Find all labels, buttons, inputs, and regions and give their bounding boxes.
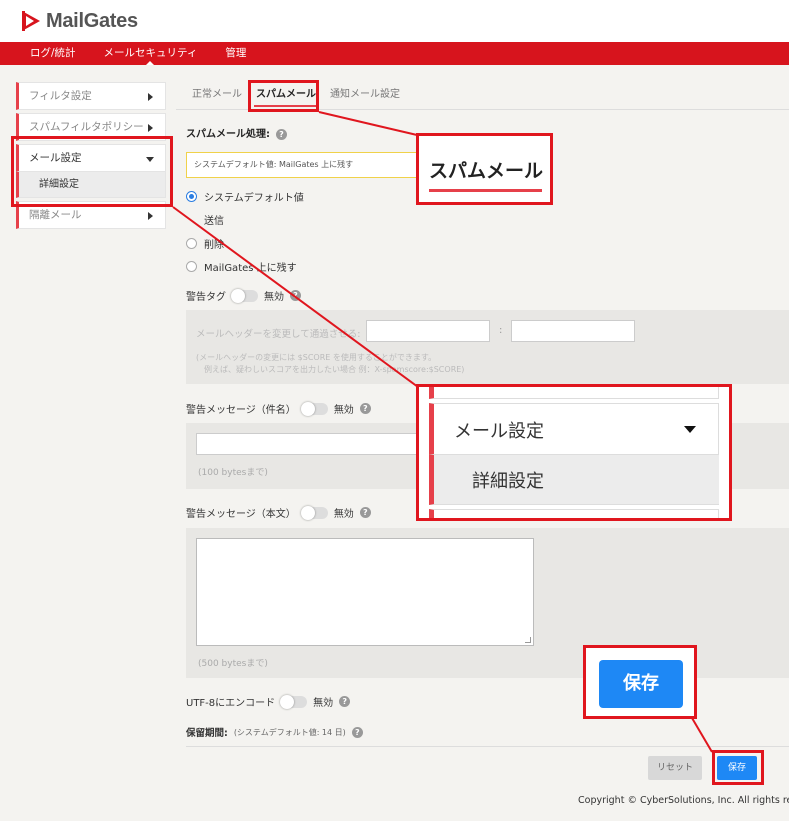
highlight-spam-tab xyxy=(248,80,319,112)
warn-subject-input[interactable] xyxy=(196,433,436,455)
logo-icon xyxy=(22,11,40,31)
retention-value: (システムデフォルト値: 14 日) xyxy=(233,727,346,737)
utf8-row: UTF-8にエンコード 無効 ? xyxy=(186,694,351,709)
callout-tab-underline xyxy=(429,189,542,192)
sidebar-item-filter-settings[interactable]: フィルタ設定 xyxy=(16,82,166,110)
radio-label: MailGates 上に残す xyxy=(204,263,297,274)
warn-body-label: 警告メッセージ（本文） xyxy=(186,509,296,520)
chevron-right-icon xyxy=(148,124,153,132)
chevron-right-icon xyxy=(148,93,153,101)
callout-menu-title: メール設定 xyxy=(454,421,544,442)
help-icon[interactable]: ? xyxy=(359,507,371,518)
warning-tag-row: 警告タグ 無効 ? xyxy=(186,288,301,303)
help-icon[interactable]: ? xyxy=(339,696,351,707)
separator-colon: : xyxy=(499,325,503,336)
spam-processing-label: スパムメール処理:? xyxy=(186,125,287,140)
nav-admin[interactable]: 管理 xyxy=(211,42,260,65)
radio-unchecked-icon[interactable] xyxy=(186,238,197,249)
copyright: Copyright © CyberSolutions, Inc. All rig… xyxy=(578,795,789,806)
header-value-input[interactable] xyxy=(511,320,635,342)
chevron-right-icon xyxy=(148,212,153,220)
sidebar-item-label: フィルタ設定 xyxy=(29,90,92,102)
radio-checked-icon[interactable] xyxy=(186,191,197,202)
radio-system-default[interactable]: システムデフォルト値 xyxy=(186,189,304,204)
warn-body-row: 警告メッセージ（本文） 無効 ? xyxy=(186,505,371,520)
body-byte-hint: (500 bytesまで) xyxy=(198,659,268,669)
nav-log-stats[interactable]: ログ/統計 xyxy=(0,42,90,65)
callout-sub-item: 詳細設定 xyxy=(429,455,719,505)
radio-unchecked-icon[interactable] xyxy=(186,261,197,272)
top-header: MailGates xyxy=(0,0,789,42)
utf8-toggle[interactable] xyxy=(280,694,308,709)
score-note-line1: (メールヘッダーの変更には $SCORE を使用することができます。 xyxy=(196,353,437,362)
retention-label: 保留期間: xyxy=(186,728,228,739)
header-modify-label: メールヘッダーを変更して通過させる: xyxy=(196,329,361,340)
radio-delete[interactable]: 削除 xyxy=(186,236,224,251)
warning-tag-label: 警告タグ xyxy=(186,292,226,303)
radio-keep-on-mailgates[interactable]: MailGates 上に残す xyxy=(186,259,297,274)
radio-label: 削除 xyxy=(204,240,224,251)
tab-normal-mail[interactable]: 正常メール xyxy=(192,82,242,109)
help-icon[interactable]: ? xyxy=(290,290,301,301)
help-icon[interactable]: ? xyxy=(351,726,363,738)
callout-prev-item xyxy=(429,387,719,399)
callout-spam-tab: スパムメール xyxy=(416,133,553,205)
highlight-mail-settings xyxy=(11,136,173,207)
warn-subject-label: 警告メッセージ（件名） xyxy=(186,405,296,416)
reset-button[interactable]: リセット xyxy=(648,756,702,780)
warn-subject-toggle[interactable] xyxy=(300,401,328,416)
warn-body-toggle[interactable] xyxy=(300,505,328,520)
callout-save-button: 保存 xyxy=(599,660,683,708)
warn-body-textarea[interactable] xyxy=(196,538,534,646)
warn-subject-row: 警告メッセージ（件名） 無効 ? xyxy=(186,401,371,416)
callout-menu-item: メール設定 xyxy=(429,403,719,455)
brand-name: MailGates xyxy=(46,9,138,32)
resize-handle-icon[interactable] xyxy=(525,637,531,643)
utf8-label: UTF-8にエンコード xyxy=(186,698,276,709)
score-note-line2: 例えば、疑わしいスコアを出力したい場合 例：X-spamscore:$SCORE… xyxy=(204,365,465,374)
header-name-input[interactable] xyxy=(366,320,490,342)
radio-send[interactable]: 送信 xyxy=(204,212,224,227)
tab-notification-settings[interactable]: 通知メール設定 xyxy=(330,82,400,109)
toggle-status: 無効 xyxy=(333,509,354,520)
subject-byte-hint: (100 bytesまで) xyxy=(198,468,268,478)
sidebar-item-label: 隔離メール xyxy=(29,209,82,221)
mailgates-logo[interactable]: MailGates xyxy=(20,9,138,33)
warning-tag-panel: メールヘッダーを変更して通過させる: : (メールヘッダーの変更には $SCOR… xyxy=(186,310,789,384)
toggle-status: 無効 xyxy=(264,292,284,303)
sidebar-item-label: スパムフィルタポリシー xyxy=(29,121,144,133)
retention-row: 保留期間: (システムデフォルト値: 14 日) ? xyxy=(186,725,363,739)
callout-mail-settings: メール設定 詳細設定 xyxy=(416,384,732,521)
callout-tab-text: スパムメール xyxy=(429,160,544,182)
callout-sub-title: 詳細設定 xyxy=(472,471,544,492)
toggle-status: 無効 xyxy=(333,405,354,416)
highlight-save-button xyxy=(712,750,764,785)
toggle-status: 無効 xyxy=(313,698,334,709)
divider xyxy=(186,746,789,747)
main-nav: ログ/統計 メールセキュリティ 管理 xyxy=(0,42,789,66)
callout-next-item xyxy=(429,509,719,518)
help-icon[interactable]: ? xyxy=(276,128,287,140)
radio-label: システムデフォルト値 xyxy=(204,193,304,204)
nav-mail-security[interactable]: メールセキュリティ xyxy=(90,42,212,66)
warning-tag-toggle[interactable] xyxy=(231,288,258,303)
spam-processing-text: スパムメール処理: xyxy=(186,129,270,140)
radio-label: 送信 xyxy=(204,216,224,227)
chevron-down-icon xyxy=(684,426,696,433)
help-icon[interactable]: ? xyxy=(359,403,371,414)
system-default-box: システムデフォルト値: MailGates 上に残す xyxy=(186,152,436,178)
callout-save: 保存 xyxy=(583,645,697,719)
